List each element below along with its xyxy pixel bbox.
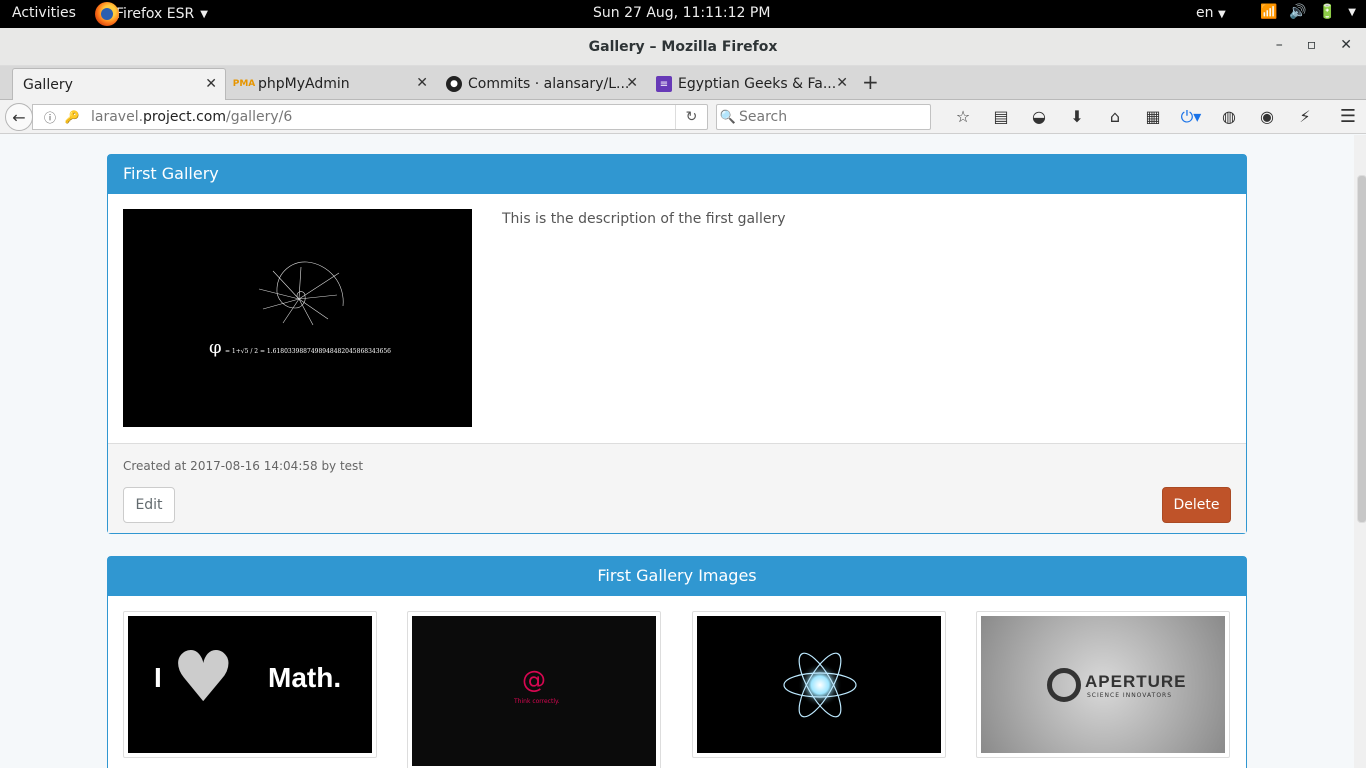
tab-label: phpMyAdmin [258, 76, 350, 92]
activities-button[interactable]: Activities [12, 5, 76, 21]
page-content: First Gallery φ = 1+√5 / 2 = 1.618033988… [0, 135, 1366, 768]
gallery-images-title: First Gallery Images [108, 557, 1246, 596]
golden-spiral-image: φ = 1+√5 / 2 = 1.61803398874989484820458… [123, 209, 472, 427]
tab-label: Gallery [23, 76, 73, 93]
language-caret-icon: ▼ [1217, 9, 1226, 20]
system-status-area[interactable]: 📶 🔊 🔋 ▼ [1260, 4, 1356, 20]
system-top-bar: Activities Firefox ESR ▼ Sun 27 Aug, 11:… [0, 0, 1366, 28]
downloads-icon[interactable]: ⬇ [1058, 107, 1096, 127]
debian-image: @ Think correctly. [412, 616, 656, 766]
page-scrollbar[interactable] [1354, 135, 1366, 768]
image-text-math: Math. [268, 662, 342, 693]
tab-strip: Gallery ✕ PMA phpMyAdmin ✕ ● Commits · a… [0, 66, 1366, 100]
app-name: Firefox ESR [116, 6, 195, 22]
gallery-cover-image[interactable]: φ = 1+√5 / 2 = 1.61803398874989484820458… [123, 209, 472, 427]
input-language[interactable]: en ▼ [1196, 5, 1226, 21]
gallery-images-panel: First Gallery Images I ♥ Math. @ Think c… [107, 556, 1247, 768]
url-domain: project.com [143, 109, 226, 125]
home-icon[interactable]: ⌂ [1096, 107, 1134, 127]
close-window-icon[interactable]: ✕ [1340, 37, 1352, 53]
atom-icon [783, 652, 857, 718]
gallery-title: First Gallery [108, 155, 1246, 194]
image-text-aperture: APERTURE [1085, 672, 1187, 691]
gallery-image-thumbnail[interactable] [692, 611, 946, 758]
new-tab-icon[interactable]: + [862, 70, 879, 94]
tab-label: Egyptian Geeks & Fa... [678, 76, 837, 92]
flash-icon[interactable]: ⚡ [1286, 107, 1324, 127]
tab-egyptian-geeks[interactable]: ≡ Egyptian Geeks & Fa... ✕ [646, 68, 856, 100]
search-input[interactable]: 🔍 Search [716, 104, 931, 130]
list-icon: ≡ [656, 76, 672, 92]
wifi-icon: 📶 [1259, 4, 1278, 20]
search-placeholder: Search [739, 109, 788, 125]
url-prefix: laravel. [91, 109, 144, 125]
clock[interactable]: Sun 27 Aug, 11:11:12 PM [593, 5, 770, 21]
url-path: /gallery/6 [226, 109, 293, 125]
url-text[interactable]: laravel.project.com/gallery/6 [91, 109, 292, 125]
svg-text:φ: φ [209, 337, 222, 358]
tab-phpmyadmin[interactable]: PMA phpMyAdmin ✕ [226, 68, 436, 100]
svg-text:= 1+√5 / 2 = 1.618033988749894: = 1+√5 / 2 = 1.6180339887498948482045868… [225, 348, 391, 355]
image-text-think-correctly: Think correctly. [514, 698, 560, 705]
bookmark-star-icon[interactable]: ☆ [944, 107, 982, 127]
info-icon[interactable]: ⓘ [39, 109, 61, 126]
key-icon[interactable]: 🔑 [61, 110, 83, 124]
close-tab-icon[interactable]: ✕ [626, 75, 638, 91]
reload-icon[interactable]: ↻ [675, 105, 707, 129]
reading-list-icon[interactable]: ▤ [982, 107, 1020, 127]
aperture-image: APERTURE SCIENCE INNOVATORS [981, 616, 1225, 753]
volume-icon: 🔊 [1289, 4, 1307, 20]
battery-icon: 🔋 [1318, 4, 1337, 20]
close-tab-icon[interactable]: ✕ [416, 75, 428, 91]
window-title: Gallery – Mozilla Firefox [588, 39, 778, 55]
extension-icon[interactable]: ▦ [1134, 107, 1172, 127]
hamburger-menu-icon[interactable]: ☰ [1340, 106, 1356, 127]
url-bar[interactable]: ⓘ 🔑 laravel.project.com/gallery/6 ↻ [32, 104, 708, 130]
window-titlebar: Gallery – Mozilla Firefox – ▫ ✕ [0, 28, 1366, 66]
gallery-description: This is the description of the first gal… [502, 211, 786, 227]
gallery-panel: First Gallery φ = 1+√5 / 2 = 1.618033988… [107, 154, 1247, 534]
maximize-icon[interactable]: ▫ [1307, 37, 1317, 53]
scrollbar-thumb[interactable] [1357, 175, 1366, 523]
input-language-label: en [1196, 5, 1214, 21]
aperture-logo-icon [1047, 668, 1081, 702]
github-icon: ● [446, 76, 462, 92]
gallery-footer: Created at 2017-08-16 14:04:58 by test E… [108, 443, 1246, 533]
close-tab-icon[interactable]: ✕ [205, 76, 217, 92]
navigation-toolbar: ⓘ 🔑 laravel.project.com/gallery/6 ↻ ← 🔍 … [0, 100, 1366, 134]
back-button[interactable]: ← [5, 103, 33, 131]
close-tab-icon[interactable]: ✕ [836, 75, 848, 91]
heart-icon: ♥ [172, 636, 235, 718]
firefox-logo-icon [95, 2, 119, 26]
tab-commits[interactable]: ● Commits · alansary/L... ✕ [436, 68, 646, 100]
app-menu-caret-icon: ▼ [200, 8, 208, 20]
created-info: Created at 2017-08-16 14:04:58 by test [123, 459, 364, 473]
edit-button[interactable]: Edit [123, 487, 175, 523]
atom-image [697, 616, 941, 753]
extension-gray-icon[interactable]: ◍ [1210, 107, 1248, 127]
image-text-science-innovators: SCIENCE INNOVATORS [1087, 692, 1173, 699]
tab-gallery[interactable]: Gallery ✕ [12, 68, 226, 100]
image-text-i: I [154, 662, 162, 693]
search-icon: 🔍 [719, 109, 737, 125]
extension-blue-icon[interactable]: ⏻▾ [1172, 107, 1210, 127]
debian-swirl-icon: @ [522, 666, 546, 694]
system-menu-caret-icon: ▼ [1348, 7, 1356, 18]
tab-label: Commits · alansary/L... [468, 76, 630, 92]
phpmyadmin-icon: PMA [232, 79, 256, 89]
i-love-math-image: I ♥ Math. [128, 616, 372, 753]
back-arrow-icon: ← [12, 107, 26, 127]
pocket-icon[interactable]: ◒ [1020, 107, 1058, 127]
gallery-image-thumbnail[interactable]: APERTURE SCIENCE INNOVATORS [976, 611, 1230, 758]
gallery-image-thumbnail[interactable]: @ Think correctly. [407, 611, 661, 768]
minimize-icon[interactable]: – [1276, 37, 1283, 53]
app-menu[interactable]: Firefox ESR ▼ [95, 0, 208, 28]
gallery-image-thumbnail[interactable]: I ♥ Math. [123, 611, 377, 758]
extension-dark-icon[interactable]: ◉ [1248, 107, 1286, 127]
delete-button[interactable]: Delete [1162, 487, 1231, 523]
